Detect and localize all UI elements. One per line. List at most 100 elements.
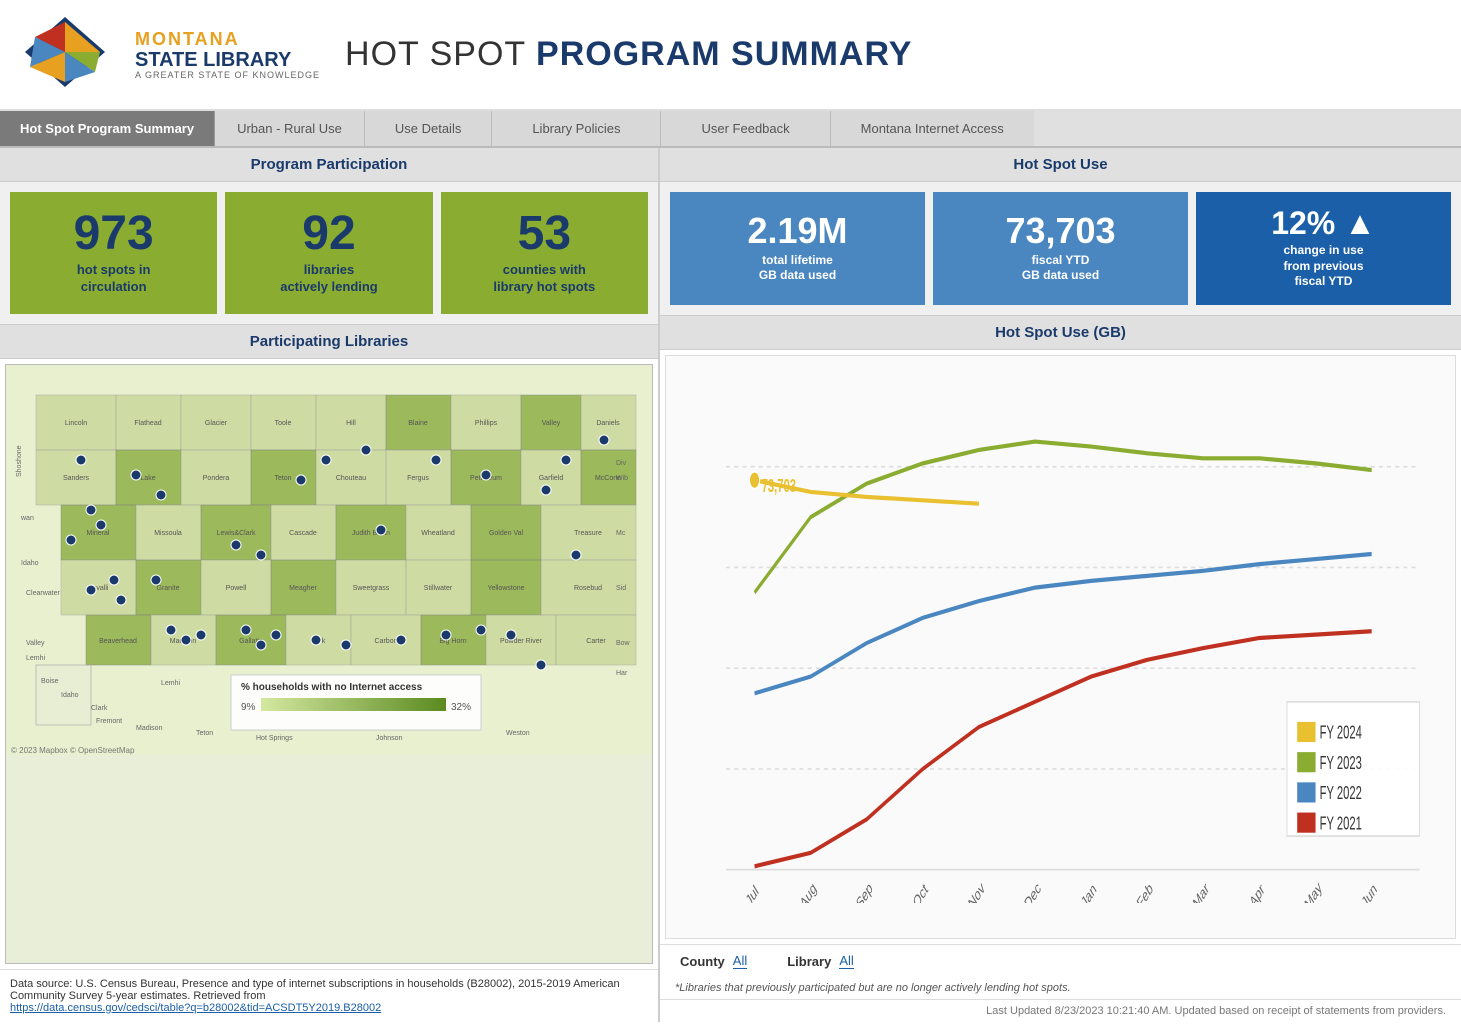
svg-text:Flathead: Flathead	[134, 420, 161, 427]
svg-text:Dec: Dec	[1022, 878, 1043, 903]
chart-container: 0K 20K 40K 60K 80K Jul Aug Sep Oct Nov D…	[665, 355, 1456, 939]
participating-libraries-header: Participating Libraries	[0, 325, 658, 359]
tab-user-feedback[interactable]: User Feedback	[661, 111, 830, 146]
svg-text:FY 2023: FY 2023	[1320, 753, 1362, 774]
svg-text:9%: 9%	[241, 702, 256, 713]
last-updated: Last Updated 8/23/2023 10:21:40 AM. Upda…	[660, 999, 1461, 1022]
svg-text:32%: 32%	[451, 702, 471, 713]
hotspot-number-change: 12% ▲	[1271, 207, 1376, 239]
tab-montana-internet-access[interactable]: Montana Internet Access	[831, 111, 1034, 146]
footer-note: *Libraries that previously participated …	[660, 977, 1461, 999]
svg-text:% households with no Internet: % households with no Internet access	[241, 682, 423, 693]
svg-text:Jun: Jun	[1359, 879, 1379, 903]
svg-text:Valley: Valley	[542, 420, 561, 427]
svg-text:Beaverhead: Beaverhead	[99, 638, 137, 645]
data-source: Data source: U.S. Census Bureau, Presenc…	[0, 969, 658, 1022]
svg-text:Feb: Feb	[1134, 878, 1155, 903]
svg-text:Carter: Carter	[586, 638, 606, 645]
svg-text:Clearwater: Clearwater	[26, 590, 61, 597]
svg-text:Granite: Granite	[157, 585, 180, 592]
page-title: HOT SPOT PROGRAM SUMMARY	[345, 35, 912, 74]
header: MONTANA STATE LIBRARY A GREATER STATE OF…	[0, 0, 1461, 111]
data-source-link[interactable]: https://data.census.gov/cedsci/table?q=b…	[10, 1002, 381, 1014]
svg-text:Blaine: Blaine	[408, 420, 428, 427]
logo	[20, 12, 110, 97]
stat-number-libraries: 92	[302, 210, 355, 258]
svg-text:Wib: Wib	[616, 475, 628, 482]
svg-text:FY 2024: FY 2024	[1320, 723, 1363, 744]
hotspot-use-chart-header: Hot Spot Use (GB)	[660, 316, 1461, 350]
county-filter[interactable]: County All	[680, 953, 747, 969]
svg-text:Cascade: Cascade	[289, 530, 317, 537]
svg-text:Golden Val: Golden Val	[489, 530, 524, 537]
svg-text:Sep: Sep	[854, 878, 875, 903]
svg-text:Sid: Sid	[616, 585, 626, 592]
svg-text:Powell: Powell	[226, 585, 247, 592]
svg-text:Lemhi: Lemhi	[26, 655, 46, 662]
main-content: Program Participation 973 hot spots inci…	[0, 148, 1461, 1022]
library-filter-value: All	[839, 953, 853, 969]
svg-text:Sweetgrass: Sweetgrass	[353, 585, 390, 592]
svg-text:Teton: Teton	[274, 475, 291, 482]
svg-text:Rosebud: Rosebud	[574, 585, 602, 592]
svg-text:Nov: Nov	[966, 878, 987, 903]
logo-tagline: A GREATER STATE OF KNOWLEDGE	[135, 70, 320, 80]
svg-text:Phillips: Phillips	[475, 420, 498, 427]
library-filter[interactable]: Library All	[787, 953, 854, 969]
svg-text:© 2023 Mapbox © OpenStreetMap: © 2023 Mapbox © OpenStreetMap	[11, 746, 135, 755]
stat-card-libraries: 92 librariesactively lending	[225, 192, 432, 314]
svg-text:Lewis&Clark: Lewis&Clark	[217, 530, 256, 537]
hotspot-card-lifetime: 2.19M total lifetimeGB data used	[670, 192, 925, 305]
svg-text:Johnson: Johnson	[376, 735, 403, 742]
program-participation-header: Program Participation	[0, 148, 658, 182]
hotspot-label-ytd: fiscal YTDGB data used	[1022, 253, 1099, 284]
hotspot-label-change: change in usefrom previousfiscal YTD	[1283, 243, 1363, 290]
svg-text:Div: Div	[616, 460, 627, 467]
hotspot-card-ytd: 73,703 fiscal YTDGB data used	[933, 192, 1188, 305]
nav-tabs: Hot Spot Program Summary Urban - Rural U…	[0, 111, 1461, 148]
svg-text:Carbon: Carbon	[375, 638, 398, 645]
svg-text:Sanders: Sanders	[63, 475, 90, 482]
svg-text:Lemhi: Lemhi	[161, 680, 181, 687]
svg-text:Chouteau: Chouteau	[336, 475, 366, 482]
logo-text-area: MONTANA STATE LIBRARY A GREATER STATE OF…	[135, 29, 320, 80]
stat-label-circulation: hot spots incirculation	[77, 262, 151, 296]
tab-hot-spot-program-summary[interactable]: Hot Spot Program Summary	[0, 111, 215, 146]
montana-map: Lincoln Flathead Glacier Toole Hill Blai…	[6, 365, 653, 755]
svg-text:Pondera: Pondera	[203, 475, 230, 482]
svg-text:May: May	[1302, 877, 1324, 903]
tab-use-details[interactable]: Use Details	[365, 111, 492, 146]
svg-text:Lincoln: Lincoln	[65, 420, 87, 427]
svg-text:Clark: Clark	[91, 705, 108, 712]
left-panel: Program Participation 973 hot spots inci…	[0, 148, 660, 1022]
svg-text:Madison: Madison	[136, 725, 163, 732]
svg-text:Fergus: Fergus	[407, 475, 429, 482]
tab-urban-rural-use[interactable]: Urban - Rural Use	[215, 111, 365, 146]
hotspot-use-header: Hot Spot Use	[660, 148, 1461, 182]
hotspot-number-ytd: 73,703	[1005, 213, 1115, 249]
right-panel: Hot Spot Use 2.19M total lifetimeGB data…	[660, 148, 1461, 1022]
stat-card-circulation: 973 hot spots incirculation	[10, 192, 217, 314]
svg-text:Powder River: Powder River	[500, 638, 543, 645]
svg-text:wan: wan	[20, 515, 34, 522]
stat-number-counties: 53	[518, 210, 571, 258]
svg-text:Shoshone: Shoshone	[16, 445, 23, 477]
svg-text:Lake: Lake	[140, 475, 155, 482]
filters-row: County All Library All	[660, 944, 1461, 977]
logo-svg	[20, 12, 110, 92]
logo-montana: MONTANA	[135, 29, 320, 50]
tab-library-policies[interactable]: Library Policies	[492, 111, 661, 146]
svg-text:Toole: Toole	[275, 420, 292, 427]
svg-text:Valley: Valley	[26, 640, 45, 647]
stat-number-circulation: 973	[74, 210, 154, 258]
chart-svg: 0K 20K 40K 60K 80K Jul Aug Sep Oct Nov D…	[726, 366, 1440, 903]
svg-text:Idaho: Idaho	[21, 560, 39, 567]
hotspot-number-lifetime: 2.19M	[747, 213, 847, 249]
svg-text:Meagher: Meagher	[289, 585, 317, 592]
svg-text:Oct: Oct	[911, 879, 931, 903]
library-filter-label: Library	[787, 954, 831, 969]
svg-text:Boise: Boise	[41, 678, 59, 685]
stat-label-counties: counties withlibrary hot spots	[493, 262, 595, 296]
svg-text:Aug: Aug	[797, 878, 818, 903]
svg-text:Apr: Apr	[1247, 879, 1267, 903]
